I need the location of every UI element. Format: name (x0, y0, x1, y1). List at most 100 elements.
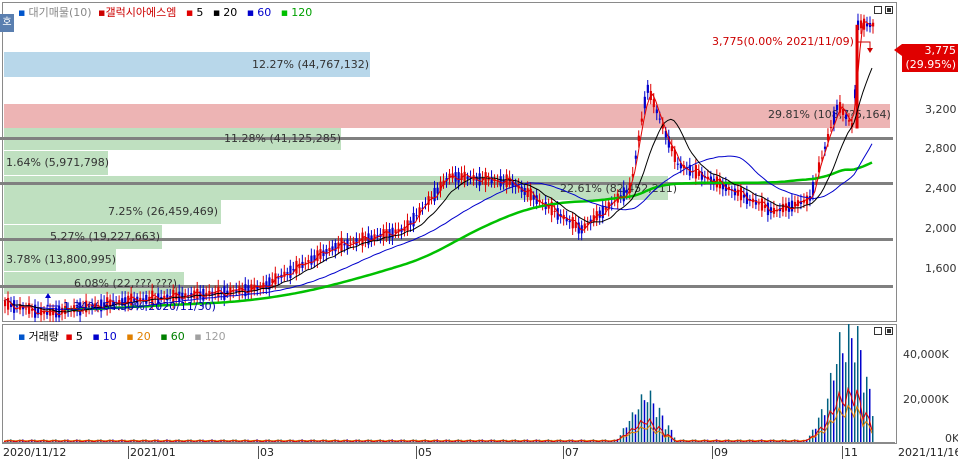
candle-body (835, 105, 839, 111)
volume-ma5-line (3, 386, 873, 443)
candle-body (790, 200, 794, 212)
candle-body (310, 255, 313, 265)
candle-body (205, 292, 208, 295)
candle-body (823, 146, 827, 149)
candle-body (4, 300, 7, 307)
vma60-legend: ▪ 60 (160, 330, 185, 343)
x-axis-label-may: 05 (416, 446, 432, 459)
candle-body (385, 229, 388, 238)
ma120-legend: ▪ 120 (280, 6, 313, 19)
maximize-price-button[interactable] (885, 6, 893, 14)
candle-body (841, 109, 845, 115)
candle-body (331, 246, 334, 250)
volume-bar (631, 412, 634, 442)
volume-bar (865, 376, 868, 442)
volume-tick-label: 20,000K (903, 393, 949, 406)
candle-body (25, 308, 28, 310)
current-price-box: 3,775 (29.95%) (902, 44, 958, 72)
candle-body (859, 20, 863, 29)
price-chart-svg[interactable] (0, 0, 958, 322)
candle-body (289, 265, 292, 279)
volume-bar (652, 403, 655, 442)
candle-body (634, 155, 637, 159)
candle-body (457, 172, 460, 183)
candle-body (412, 212, 415, 227)
ma60-legend: ▪ 60 (246, 6, 272, 19)
volume-bar (670, 429, 673, 442)
candle-body (658, 118, 661, 120)
minimize-volume-button[interactable] (874, 327, 882, 335)
candle-body (676, 163, 679, 165)
candle-body (355, 238, 358, 246)
x-axis-label-jan: 2021/01 (128, 446, 176, 459)
candle-body (436, 187, 439, 194)
x-axis-label-jul: 07 (563, 446, 579, 459)
candle-body (265, 281, 268, 289)
x-axis-end-date: 2021/11/16 (898, 446, 958, 459)
vma10-legend: ▪ 10 (92, 330, 117, 343)
minimize-price-button[interactable] (874, 6, 882, 14)
candle-body (598, 210, 601, 218)
volume-bar (841, 353, 844, 442)
volume-icon: ▪ (18, 330, 26, 343)
candle-body (328, 247, 331, 252)
volume-bar (820, 409, 823, 442)
candle-body (865, 23, 869, 27)
candle-body (286, 272, 289, 274)
candle-body (415, 215, 418, 217)
candle-body (343, 243, 346, 246)
volume-tick-label: 40,000K (903, 348, 949, 361)
candle-body (154, 297, 157, 299)
candle-body (640, 118, 643, 122)
volume-bar (661, 415, 664, 442)
vma120-legend: ▪ 120 (194, 330, 226, 343)
volume-title: 거래량 (28, 330, 59, 343)
candle-body (872, 22, 875, 27)
x-axis (2, 442, 895, 443)
ma20-legend: ▪ 20 (212, 6, 238, 19)
candle-body (307, 259, 310, 263)
candle-body (49, 309, 52, 316)
maximize-volume-button[interactable] (885, 327, 893, 335)
stock-name-label: ▪갤럭시아에스엠 (98, 6, 177, 19)
candle-body (655, 109, 658, 114)
candle-body (322, 250, 325, 257)
candle-body (340, 237, 343, 252)
candle-body (763, 205, 767, 208)
list-icon[interactable]: ▪ (18, 6, 25, 19)
candle-body (478, 173, 481, 186)
candle-body (466, 176, 469, 179)
vma5-legend: ▪ 5 (65, 330, 83, 343)
volume-bar (622, 428, 625, 442)
candle-body (196, 288, 199, 300)
candle-body (637, 135, 640, 142)
low-annotation: 1,340(-64.50% 2020/11/30) (63, 300, 216, 313)
candle-body (553, 210, 556, 212)
current-price-change: (29.95%) (905, 58, 956, 71)
candle-body (829, 127, 833, 129)
stock-code-label: 대기매물(10) (28, 6, 92, 19)
candle-body (844, 114, 848, 120)
candle-body (739, 187, 743, 201)
candle-body (526, 188, 529, 197)
volume-bar (859, 350, 862, 442)
candle-body (433, 187, 436, 202)
candle-body (694, 165, 697, 179)
candle-body (697, 171, 700, 176)
volume-bar (643, 400, 646, 442)
candle-body (757, 203, 761, 205)
price-tick-label: 2,000 (925, 222, 957, 235)
volume-bar (850, 338, 853, 442)
candle-body (499, 176, 502, 187)
candle-body (652, 99, 655, 108)
candle-body (217, 286, 220, 298)
current-price-value: 3,775 (924, 44, 957, 57)
volume-bar (856, 326, 859, 442)
volume-ma20-line (3, 404, 873, 442)
candle-body (760, 198, 764, 211)
candle-body (277, 277, 280, 279)
candle-body (604, 207, 607, 210)
price-tick-label: 2,800 (925, 142, 957, 155)
price-tick-label: 3,200 (925, 103, 957, 116)
ma120-line (64, 161, 873, 311)
